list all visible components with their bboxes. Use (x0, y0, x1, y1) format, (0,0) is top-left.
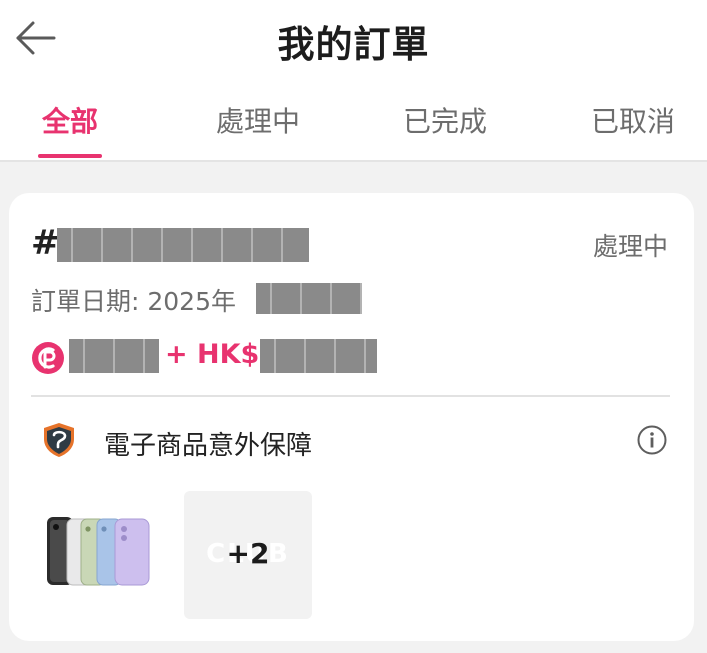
tab-all[interactable]: 全部 (10, 100, 130, 158)
tab-label: 已完成 (402, 105, 487, 138)
price-connector: + HK$ (165, 339, 260, 370)
tab-processing[interactable]: 處理中 (198, 100, 318, 158)
more-items-button[interactable]: CLUB +2 (184, 491, 312, 619)
tab-cancelled[interactable]: 已取消 (573, 100, 693, 158)
tab-completed[interactable]: 已完成 (385, 100, 505, 158)
redacted-points (69, 339, 159, 373)
shield-icon (44, 423, 74, 457)
tab-label: 已取消 (590, 105, 675, 138)
redacted-price (260, 339, 377, 373)
product-thumbnail[interactable] (43, 511, 153, 591)
tab-label: 全部 (41, 105, 98, 138)
insurance-label: 電子商品意外保障 (104, 431, 313, 461)
active-tab-indicator (38, 154, 102, 158)
more-items-count: +2 (226, 537, 270, 570)
order-date: 訂單日期: 2025年 (31, 287, 236, 316)
order-number: # (31, 223, 60, 263)
coin-icon (32, 342, 64, 374)
divider (31, 395, 670, 397)
order-status: 處理中 (592, 232, 668, 261)
redacted-order-number (57, 228, 309, 262)
order-card[interactable]: # 處理中 訂單日期: 2025年 + HK$ 電子商品意外保障 CLUB +2 (9, 193, 694, 641)
info-icon[interactable] (637, 425, 667, 455)
page-title: 我的訂單 (277, 23, 430, 66)
tab-label: 處理中 (215, 105, 300, 138)
redacted-date (256, 283, 362, 314)
app-header: 我的訂單 全部 處理中 已完成 已取消 (0, 0, 707, 162)
